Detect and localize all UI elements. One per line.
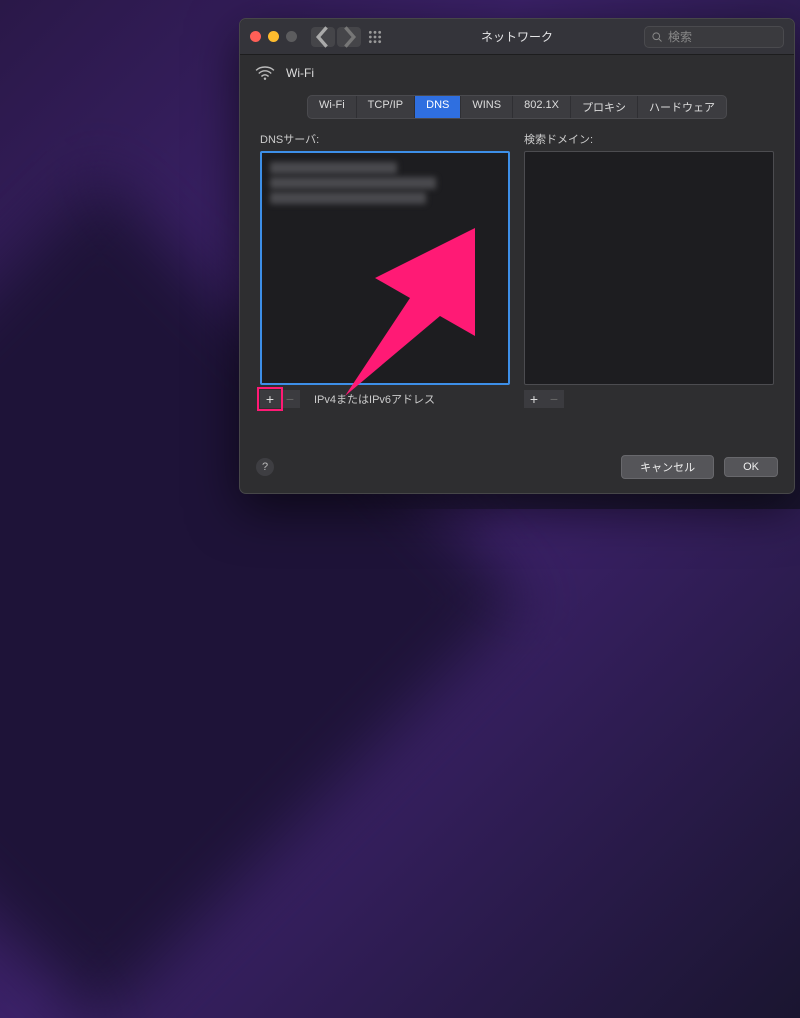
search-placeholder: 検索 [668,28,692,45]
show-all-icon[interactable] [365,27,385,47]
search-domains-panel: 検索ドメイン: + − [524,131,774,408]
domain-remove-button[interactable]: − [544,390,564,408]
ok-button[interactable]: OK [724,457,778,477]
dns-remove-button[interactable]: − [280,390,300,408]
search-field[interactable]: 検索 [644,26,784,48]
dns-servers-panel: DNSサーバ: + − IPv4またはIPv6アドレス [260,131,510,408]
interface-name: Wi-Fi [286,66,314,80]
tab-wins[interactable]: WINS [461,96,513,118]
dns-servers-list[interactable] [260,151,510,385]
window-controls [250,31,297,42]
tab-wifi[interactable]: Wi-Fi [308,96,357,118]
interface-header: Wi-Fi [240,55,794,87]
help-button[interactable]: ? [256,458,274,476]
wifi-icon [254,65,276,81]
zoom-icon [286,31,297,42]
tab-dns[interactable]: DNS [415,96,461,118]
back-button[interactable] [311,27,335,47]
domain-add-button[interactable]: + [524,390,544,408]
search-domains-label: 検索ドメイン: [524,131,774,147]
tab-8021x[interactable]: 802.1X [513,96,571,118]
cancel-button[interactable]: キャンセル [621,455,714,479]
search-icon [651,31,663,43]
tab-tcpip[interactable]: TCP/IP [357,96,415,118]
dns-add-button[interactable]: + [260,390,280,408]
dns-servers-label: DNSサーバ: [260,131,510,147]
footer: ? キャンセル OK [240,445,794,493]
dns-hint: IPv4またはIPv6アドレス [314,391,435,407]
titlebar: ネットワーク 検索 [240,19,794,55]
network-preferences-window: ネットワーク 検索 Wi-Fi Wi-Fi TCP/IP DNS WINS 80… [239,18,795,494]
forward-button[interactable] [337,27,361,47]
tab-hardware[interactable]: ハードウェア [638,96,726,118]
tab-proxy[interactable]: プロキシ [571,96,638,118]
minimize-icon[interactable] [268,31,279,42]
close-icon[interactable] [250,31,261,42]
tab-bar: Wi-Fi TCP/IP DNS WINS 802.1X プロキシ ハードウェア [307,95,727,119]
search-domains-list[interactable] [524,151,774,385]
